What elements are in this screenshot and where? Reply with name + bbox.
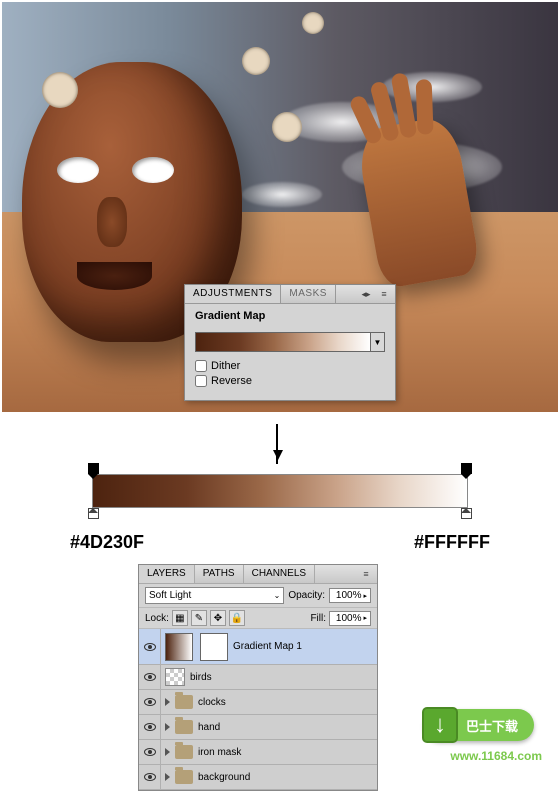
lock-all-icon[interactable]: 🔒 (229, 610, 245, 626)
layer-row-birds[interactable]: birds (139, 665, 377, 690)
eye-icon (144, 773, 156, 781)
collapse-icon[interactable]: ◂▸ (359, 287, 373, 301)
gradient-slider-track[interactable] (92, 474, 468, 508)
tab-masks[interactable]: MASKS (281, 285, 336, 303)
visibility-toggle[interactable] (139, 765, 161, 789)
color-stop-right[interactable] (461, 508, 472, 519)
hex-right: #FFFFFF (414, 532, 490, 553)
hex-left: #4D230F (70, 532, 144, 553)
layer-row-clocks[interactable]: clocks (139, 690, 377, 715)
disclosure-triangle-icon[interactable] (165, 723, 170, 731)
visibility-toggle[interactable] (139, 629, 161, 664)
opacity-stop-left[interactable] (88, 463, 99, 474)
eye-icon (144, 748, 156, 756)
visibility-toggle[interactable] (139, 740, 161, 764)
layers-panel: LAYERS PATHS CHANNELS ≡ Soft Light ⌄ Opa… (138, 564, 378, 791)
blend-mode-select[interactable]: Soft Light ⌄ (145, 587, 284, 604)
chevron-down-icon: ⌄ (274, 591, 281, 600)
visibility-toggle[interactable] (139, 715, 161, 739)
layer-name: birds (190, 672, 212, 683)
finger (416, 79, 434, 135)
mask-mouth (77, 262, 152, 290)
gradient-editor (86, 462, 474, 528)
reverse-checkbox[interactable] (195, 375, 207, 387)
hex-labels: #4D230F #FFFFFF (70, 532, 490, 553)
fill-input[interactable]: 100%▸ (329, 611, 371, 626)
layer-name: hand (198, 722, 220, 733)
badge-text: 巴士下载 (466, 716, 518, 735)
fill-label: Fill: (310, 613, 326, 624)
gradient-preview[interactable] (195, 332, 371, 352)
layer-name: iron mask (198, 747, 241, 758)
cloud (242, 182, 322, 207)
eye-icon (144, 643, 156, 651)
mask-eye-left (57, 157, 99, 183)
layer-name: background (198, 772, 250, 783)
download-arrow-icon: ↓ (422, 707, 458, 743)
lock-transparency-icon[interactable]: ▦ (172, 610, 188, 626)
layer-name: clocks (198, 697, 226, 708)
layer-row-gradient-map[interactable]: Gradient Map 1 (139, 629, 377, 665)
gradient-dropdown-arrow[interactable]: ▼ (371, 332, 385, 352)
layers-tabbar: LAYERS PATHS CHANNELS ≡ (139, 565, 377, 584)
opacity-stop-right[interactable] (461, 463, 472, 474)
adjustment-thumbnail[interactable] (165, 633, 193, 661)
visibility-toggle[interactable] (139, 690, 161, 714)
layer-list: Gradient Map 1 birds clocks hand (139, 629, 377, 790)
disclosure-triangle-icon[interactable] (165, 773, 170, 781)
panel-tabbar: ADJUSTMENTS MASKS ◂▸ ≡ (185, 285, 395, 304)
disclosure-triangle-icon[interactable] (165, 698, 170, 706)
layer-row-background[interactable]: background (139, 765, 377, 790)
layer-row-hand[interactable]: hand (139, 715, 377, 740)
mask-eye-right (132, 157, 174, 183)
tab-adjustments[interactable]: ADJUSTMENTS (185, 285, 281, 303)
clock-object (242, 47, 270, 75)
folder-icon (175, 720, 193, 734)
layer-name: Gradient Map 1 (233, 641, 302, 652)
reverse-label: Reverse (211, 375, 252, 387)
blend-mode-value: Soft Light (149, 590, 191, 601)
adjustment-title: Gradient Map (195, 310, 385, 322)
layer-mask-thumbnail[interactable] (200, 633, 228, 661)
eye-icon (144, 698, 156, 706)
adjustments-panel: ADJUSTMENTS MASKS ◂▸ ≡ Gradient Map ▼ Di… (184, 284, 396, 401)
panel-menu-icon[interactable]: ≡ (359, 567, 373, 581)
color-stop-left[interactable] (88, 508, 99, 519)
opacity-input[interactable]: 100%▸ (329, 588, 371, 603)
eye-icon (144, 723, 156, 731)
clock-object (272, 112, 302, 142)
folder-icon (175, 770, 193, 784)
tab-channels[interactable]: CHANNELS (244, 565, 315, 583)
watermark-url: www.11684.com (450, 749, 542, 763)
watermark-badge: ↓ 巴士下载 (424, 709, 534, 741)
tab-layers[interactable]: LAYERS (139, 565, 195, 583)
dither-checkbox[interactable] (195, 360, 207, 372)
lock-label: Lock: (145, 613, 169, 624)
folder-icon (175, 695, 193, 709)
dither-label: Dither (211, 360, 240, 372)
layer-row-iron-mask[interactable]: iron mask (139, 740, 377, 765)
layer-thumbnail[interactable] (165, 668, 185, 686)
panel-menu-icon[interactable]: ≡ (377, 287, 391, 301)
clock-object (302, 12, 324, 34)
opacity-label: Opacity: (288, 590, 325, 601)
clock-object (42, 72, 78, 108)
lock-pixels-icon[interactable]: ✎ (191, 610, 207, 626)
arrow-pointer-icon (276, 424, 278, 464)
folder-icon (175, 745, 193, 759)
eye-icon (144, 673, 156, 681)
disclosure-triangle-icon[interactable] (165, 748, 170, 756)
tab-paths[interactable]: PATHS (195, 565, 244, 583)
visibility-toggle[interactable] (139, 665, 161, 689)
mask-nose (97, 197, 127, 247)
lock-position-icon[interactable]: ✥ (210, 610, 226, 626)
